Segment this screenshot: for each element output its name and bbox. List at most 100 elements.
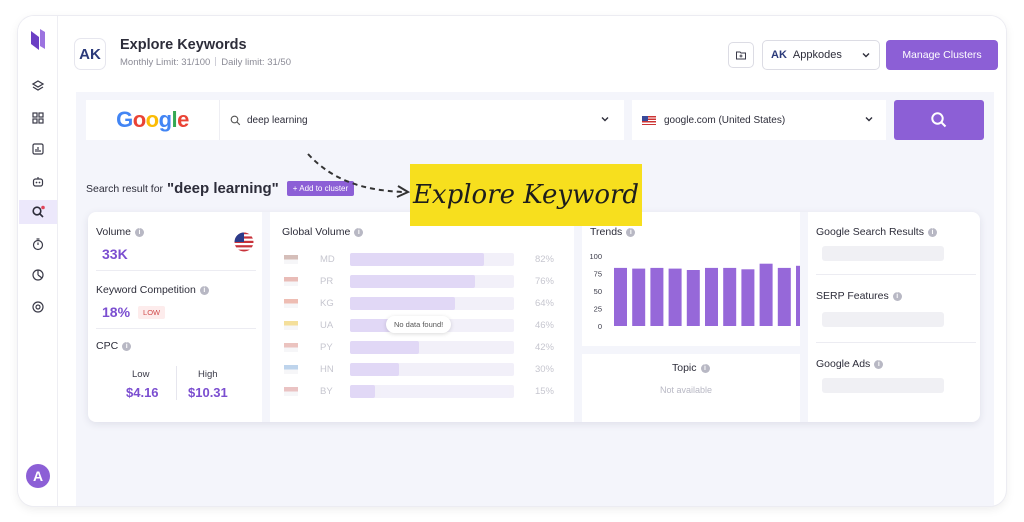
divider bbox=[176, 366, 177, 400]
us-flag-icon bbox=[234, 232, 254, 252]
volume-bar-fill bbox=[350, 340, 419, 354]
folder-icon bbox=[736, 51, 746, 60]
divider bbox=[96, 328, 256, 329]
chevron-down-icon[interactable] bbox=[600, 114, 610, 124]
manage-clusters-button[interactable]: Manage Clusters bbox=[886, 40, 998, 70]
trend-bar[interactable] bbox=[632, 268, 646, 326]
chevron-down-icon bbox=[862, 53, 870, 58]
timer-icon[interactable] bbox=[26, 232, 50, 256]
competition-label-text: Keyword Competition bbox=[96, 284, 196, 296]
result-keyword: "deep learning" bbox=[167, 180, 279, 197]
volume-bar-track bbox=[350, 340, 514, 354]
country-flag-icon bbox=[284, 298, 298, 308]
volume-bar-fill bbox=[350, 384, 375, 398]
annotation-arrow bbox=[307, 153, 411, 198]
country-flag-icon bbox=[284, 364, 298, 374]
info-icon[interactable]: i bbox=[700, 363, 710, 373]
chart-icon[interactable] bbox=[26, 137, 50, 161]
cpc-label: CPC i bbox=[96, 340, 132, 352]
column-gap bbox=[262, 212, 270, 422]
cpc-low-value: $4.16 bbox=[126, 385, 159, 400]
bot-icon[interactable] bbox=[26, 169, 50, 193]
cpc-label-text: CPC bbox=[96, 340, 119, 352]
app-window: A AK Explore Keywords Monthly Limit: 31/… bbox=[18, 16, 1006, 506]
keyword-input[interactable]: deep learning bbox=[220, 100, 624, 140]
volume-label: Volume i bbox=[96, 226, 145, 238]
divider bbox=[816, 342, 976, 343]
country-flag-icon bbox=[284, 320, 298, 330]
info-icon[interactable]: i bbox=[892, 291, 902, 301]
layers-icon[interactable] bbox=[26, 74, 50, 98]
app-select-logo: AK bbox=[771, 49, 787, 61]
country-flag-icon bbox=[284, 386, 298, 396]
info-icon[interactable]: i bbox=[122, 341, 132, 351]
app-selector[interactable]: AK Appkodes bbox=[762, 40, 880, 70]
y-tick-label: 25 bbox=[594, 305, 602, 314]
trend-bar[interactable] bbox=[668, 268, 682, 326]
info-icon[interactable]: i bbox=[874, 359, 884, 369]
explore-keyword-banner: Explore Keyword bbox=[410, 164, 642, 226]
topic-label: Topic i bbox=[672, 362, 710, 374]
serp-features-label: SERP Features i bbox=[816, 290, 902, 302]
info-icon[interactable]: i bbox=[354, 227, 364, 237]
search-nav-icon[interactable] bbox=[19, 200, 57, 224]
info-icon[interactable]: i bbox=[927, 227, 937, 237]
google-logo-letter: G bbox=[116, 107, 133, 132]
trend-bar[interactable] bbox=[705, 267, 718, 326]
volume-bar-track bbox=[350, 384, 514, 398]
trend-bar[interactable] bbox=[614, 267, 627, 326]
search-bar: Google deep learning google.com (United … bbox=[86, 100, 984, 140]
trend-bar[interactable] bbox=[686, 270, 700, 326]
google-logo-letter: e bbox=[177, 107, 189, 132]
keyword-value: deep learning bbox=[247, 114, 308, 126]
info-icon[interactable]: i bbox=[135, 227, 145, 237]
serp-results-label-text: Google Search Results bbox=[816, 226, 924, 238]
competition-value: 18% bbox=[102, 304, 131, 320]
country-selector[interactable]: google.com (United States) bbox=[632, 100, 886, 140]
pie-icon[interactable] bbox=[26, 263, 50, 287]
daily-limit: Daily limit: 31/50 bbox=[221, 57, 291, 68]
divider bbox=[816, 274, 976, 275]
trend-bar[interactable] bbox=[759, 263, 773, 326]
global-volume-label: Global Volume i bbox=[282, 226, 364, 238]
volume-percent: 82% bbox=[534, 253, 554, 265]
volume-bar-track bbox=[350, 274, 514, 288]
country-flag-icon bbox=[284, 254, 298, 264]
chevron-down-icon bbox=[865, 117, 873, 122]
metrics-panel: Volume i 33K Keyword Competition i 18% L… bbox=[88, 212, 980, 422]
skeleton-placeholder bbox=[822, 246, 944, 261]
trend-bar[interactable] bbox=[650, 267, 664, 326]
column-gap bbox=[800, 212, 808, 422]
cpc-low-label: Low bbox=[132, 369, 150, 380]
volume-bar-fill bbox=[350, 274, 475, 288]
global-volume-row: BY 15% bbox=[284, 384, 554, 398]
volume-bar-fill bbox=[350, 296, 455, 310]
column-gap bbox=[574, 212, 582, 422]
global-volume-row: HN 30% bbox=[284, 362, 554, 376]
trend-bar[interactable] bbox=[723, 267, 737, 326]
info-icon[interactable]: i bbox=[626, 227, 636, 237]
google-logo-letter: g bbox=[158, 107, 172, 132]
grid-icon[interactable] bbox=[26, 106, 50, 130]
trends-label-text: Trends bbox=[590, 226, 623, 238]
search-button[interactable] bbox=[894, 100, 984, 140]
trend-bar[interactable] bbox=[741, 269, 755, 326]
brand-logo[interactable] bbox=[30, 28, 46, 52]
y-tick-label: 50 bbox=[594, 287, 602, 296]
google-logo-letter: o bbox=[145, 107, 159, 132]
trend-bar[interactable] bbox=[777, 267, 791, 326]
country-value: google.com (United States) bbox=[664, 114, 786, 126]
skeleton-placeholder bbox=[822, 378, 944, 393]
skeleton-placeholder bbox=[822, 312, 944, 327]
search-engine-logo[interactable]: Google bbox=[86, 100, 220, 140]
y-tick-label: 75 bbox=[594, 270, 602, 279]
avatar[interactable]: A bbox=[26, 464, 50, 488]
google-logo: Google bbox=[116, 107, 189, 133]
result-prefix: Search result for bbox=[86, 182, 164, 195]
target-icon[interactable] bbox=[26, 295, 50, 319]
global-volume-row: PR 76% bbox=[284, 274, 554, 288]
folder-button[interactable] bbox=[728, 42, 754, 68]
volume-bar-track bbox=[350, 252, 514, 266]
sidebar: A bbox=[18, 16, 58, 506]
info-icon[interactable]: i bbox=[199, 285, 209, 295]
